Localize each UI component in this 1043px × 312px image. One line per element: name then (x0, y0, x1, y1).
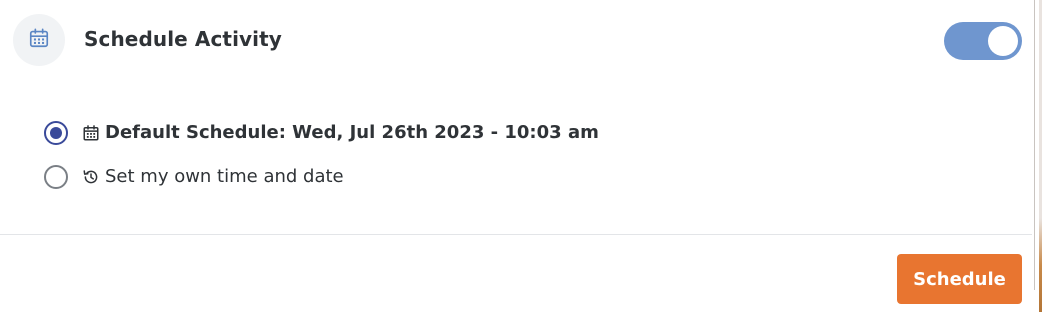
calendar-icon (82, 124, 100, 142)
window-edge-line (1034, 0, 1035, 290)
schedule-activity-panel: Schedule Activity Default Schedule: Wed,… (0, 0, 1032, 312)
option-default-schedule-label: Default Schedule: Wed, Jul 26th 2023 - 1… (105, 122, 599, 143)
page-title: Schedule Activity (84, 27, 282, 51)
option-custom-schedule[interactable]: Set my own time and date (44, 165, 344, 189)
schedule-toggle[interactable] (944, 22, 1022, 60)
background-edge (1039, 0, 1042, 312)
calendar-icon (28, 27, 50, 53)
radio-default-schedule[interactable] (44, 121, 68, 145)
footer-divider (0, 234, 1032, 235)
radio-custom-schedule[interactable] (44, 165, 68, 189)
history-clock-icon (82, 168, 100, 186)
option-custom-schedule-label: Set my own time and date (105, 166, 344, 187)
header-icon-badge (13, 14, 65, 66)
option-default-schedule[interactable]: Default Schedule: Wed, Jul 26th 2023 - 1… (44, 121, 599, 145)
toggle-knob (988, 26, 1018, 56)
schedule-button[interactable]: Schedule (897, 254, 1022, 304)
